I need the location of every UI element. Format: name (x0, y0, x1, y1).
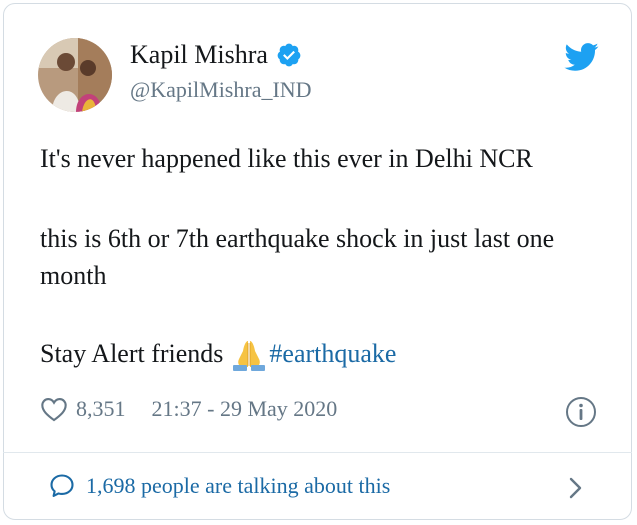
verified-badge-icon (276, 42, 302, 68)
tweet-line-1: It's never happened like this ever in De… (40, 144, 533, 173)
folded-hands-emoji-icon (231, 337, 267, 371)
tweet-meta: 8,351 21:37 - 29 May 2020 (40, 393, 337, 425)
tweet-line-2: this is 6th or 7th earthquake shock in j… (40, 224, 555, 290)
comment-bubble-icon (48, 472, 76, 500)
tweet-line-3: Stay Alert friends #earthquake (40, 335, 396, 372)
conversation-link[interactable]: 1,698 people are talking about this (48, 472, 390, 500)
heart-icon[interactable] (40, 396, 68, 422)
hashtag-link[interactable]: #earthquake (269, 335, 396, 372)
like-count[interactable]: 8,351 (76, 396, 126, 422)
twitter-bird-icon[interactable] (563, 42, 599, 72)
talking-count-text[interactable]: 1,698 people are talking about this (86, 473, 390, 499)
timestamp[interactable]: 21:37 - 29 May 2020 (152, 396, 338, 422)
chevron-right-icon[interactable] (566, 476, 586, 500)
avatar-image (38, 38, 112, 112)
footer-divider (3, 452, 632, 453)
author-handle[interactable]: @KapilMishra_IND (130, 75, 312, 105)
author-name-row[interactable]: Kapil Mishra (130, 38, 302, 72)
tweet-line-3-text: Stay Alert friends (40, 339, 224, 368)
info-icon[interactable] (565, 396, 597, 428)
avatar[interactable] (38, 38, 112, 112)
author-name[interactable]: Kapil Mishra (130, 38, 268, 72)
